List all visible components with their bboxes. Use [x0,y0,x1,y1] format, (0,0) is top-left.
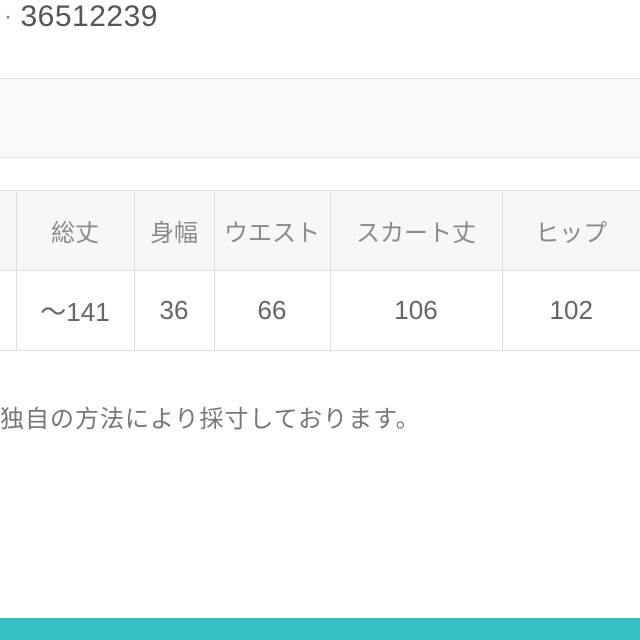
bullet-icon: · [4,3,13,31]
table-cell: 106 [330,271,502,351]
table-header-cell: 身幅 [134,191,214,271]
table-cell: 66 [214,271,330,351]
product-code: 36512239 [21,0,158,34]
size-table-wrap: 総丈 身幅 ウエスト スカート丈 ヒップ 〜141 36 66 106 102 [0,190,640,351]
table-cell [0,271,16,351]
info-band [0,78,640,158]
table-cell: 36 [134,271,214,351]
product-code-row: · 36512239 [0,0,640,34]
table-header-cell: スカート丈 [330,191,502,271]
bottom-accent-bar [0,618,640,640]
size-table: 総丈 身幅 ウエスト スカート丈 ヒップ 〜141 36 66 106 102 [0,190,640,351]
table-cell: 102 [502,271,640,351]
table-header-row: 総丈 身幅 ウエスト スカート丈 ヒップ [0,191,640,271]
measurement-note: 独自の方法により採寸しております。 [0,399,640,434]
table-row: 〜141 36 66 106 102 [0,271,640,351]
table-cell: 〜141 [16,271,134,351]
table-header-cell: ヒップ [502,191,640,271]
table-header-cell: 総丈 [16,191,134,271]
table-header-cell [0,191,16,271]
table-header-cell: ウエスト [214,191,330,271]
